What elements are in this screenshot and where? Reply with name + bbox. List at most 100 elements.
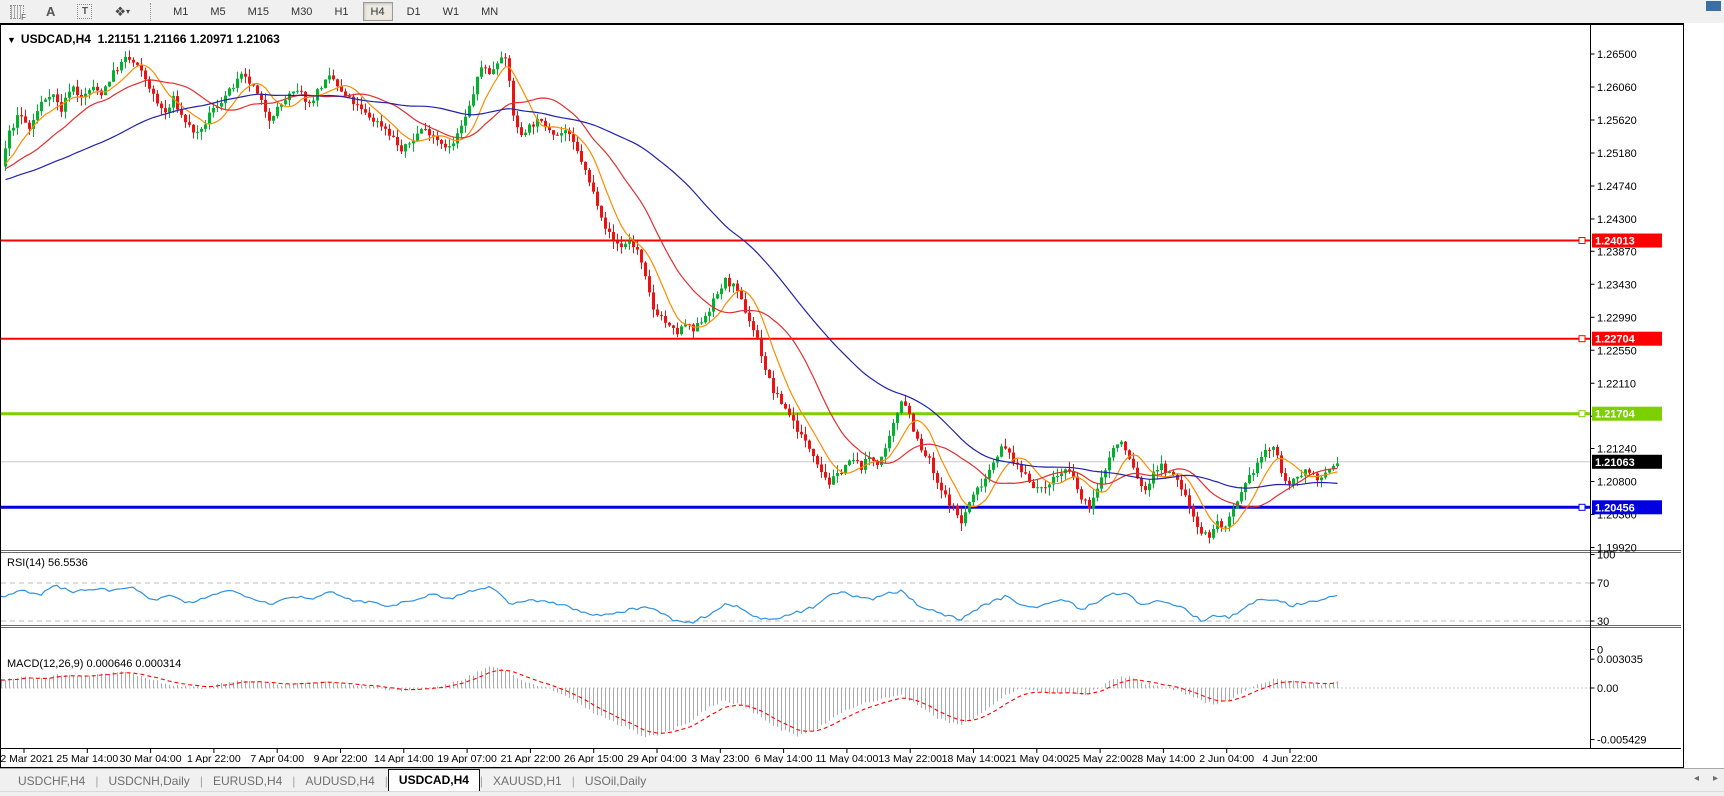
candle-body [136, 63, 139, 65]
tab-usoil-daily[interactable]: USOil,Daily [575, 771, 656, 791]
candle-body [132, 60, 135, 63]
candle-body [116, 70, 119, 71]
timeframe-h1[interactable]: H1 [326, 2, 356, 21]
grid-fibonacci-icon[interactable]: F [3, 2, 31, 22]
candle-body [636, 247, 639, 250]
candle-body [356, 104, 359, 105]
tab-scroll-right-icon[interactable]: ▸ [1713, 773, 1718, 784]
timeframe-h4[interactable]: H4 [363, 2, 393, 21]
timeframe-w1[interactable]: W1 [435, 2, 468, 21]
candle-body [1076, 476, 1079, 489]
timeframe-mn[interactable]: MN [473, 2, 506, 21]
candle-body [232, 88, 235, 89]
candle-body [1060, 473, 1063, 476]
hline-handle[interactable] [1579, 336, 1585, 342]
candle-body [52, 94, 55, 97]
time-tick-label: 6 May 14:00 [755, 753, 813, 763]
chart-title: ▼USDCAD,H4 1.21151 1.21166 1.20971 1.210… [7, 32, 280, 46]
candle-body [1264, 450, 1267, 457]
candle-body [1020, 465, 1023, 473]
candle-body [608, 229, 611, 232]
tab-usdcnh-daily[interactable]: USDCNH,Daily [98, 771, 199, 791]
hline-price-label: 1.20456 [1595, 502, 1635, 514]
candle-body [264, 100, 267, 112]
hline-handle[interactable] [1579, 504, 1585, 510]
candle-body [408, 143, 411, 144]
candle-body [368, 113, 371, 118]
tab-usdchf-h4[interactable]: USDCHF,H4 [8, 771, 95, 791]
candle-body [960, 515, 963, 523]
rsi-axis-label: 100 [1597, 550, 1615, 562]
candle-body [768, 370, 771, 378]
time-tick-label: 26 Apr 15:00 [564, 753, 624, 763]
chart-symbol-period: USDCAD,H4 [21, 32, 91, 46]
candle-body [392, 136, 395, 137]
candle-body [484, 67, 487, 68]
candle-body [428, 129, 431, 135]
candle-body [1288, 481, 1291, 484]
candle-body [624, 244, 627, 247]
candle-body [1096, 489, 1099, 498]
candle-body [644, 263, 647, 277]
candle-body [1056, 476, 1059, 477]
chart-dropdown-icon[interactable]: ▼ [7, 35, 16, 45]
candle-body [812, 449, 815, 456]
timeframe-m5[interactable]: M5 [202, 2, 233, 21]
timeframe-m30[interactable]: M30 [283, 2, 320, 21]
candle-body [384, 127, 387, 129]
price-tick-label: 1.26500 [1597, 49, 1637, 61]
candle-body [528, 125, 531, 133]
candle-body [956, 506, 959, 516]
candle-body [1112, 448, 1115, 457]
candle-body [516, 116, 519, 128]
price-chart-canvas[interactable]: 1.265001.260601.256201.251801.247401.243… [1, 25, 1681, 763]
time-tick-label: 2 Jun 04:00 [1199, 753, 1254, 763]
candle-body [660, 315, 663, 316]
candle-body [784, 404, 787, 409]
candle-body [1116, 444, 1119, 448]
tab-usdcad-h4[interactable]: USDCAD,H4 [388, 769, 480, 791]
candle-body [164, 108, 167, 112]
candle-body [1080, 489, 1083, 499]
tab-eurusd-h4[interactable]: EURUSD,H4 [203, 771, 292, 791]
candle-body [244, 74, 247, 77]
candle-body [732, 284, 735, 287]
candle-body [1000, 446, 1003, 456]
tab-audusd-h4[interactable]: AUDUSD,H4 [295, 771, 384, 791]
candle-body [512, 81, 515, 116]
candle-body [296, 91, 299, 92]
timeframe-m15[interactable]: M15 [240, 2, 277, 21]
candle-body [308, 102, 311, 103]
chart-tab-bar: USDCHF,H4|USDCNH,Daily|EURUSD,H4|AUDUSD,… [0, 768, 1724, 791]
candle-body [980, 487, 983, 488]
candle-body [476, 77, 479, 95]
candle-body [1192, 506, 1195, 516]
text-box-icon[interactable]: T [70, 2, 99, 22]
candle-body [844, 465, 847, 474]
time-tick-label: 18 May 14:00 [942, 753, 1006, 763]
candle-body [1268, 450, 1271, 451]
cycle-arrows-icon[interactable]: ❖▾ [107, 2, 137, 22]
price-tick-label: 1.20800 [1597, 477, 1637, 489]
timeframe-d1[interactable]: D1 [399, 2, 429, 21]
tab-scroll-left-icon[interactable]: ◂ [1694, 773, 1699, 784]
candle-body [284, 100, 287, 104]
hline-handle[interactable] [1579, 238, 1585, 244]
candle-body [1284, 473, 1287, 481]
tab-xauusd-h1[interactable]: XAUUSD,H1 [483, 771, 572, 791]
candle-body [1320, 478, 1323, 481]
tab-scroll-controls: ◂ ▸ [1694, 773, 1718, 784]
text-label-icon[interactable]: A [39, 2, 62, 22]
chart-window[interactable]: ▼USDCAD,H4 1.21151 1.21166 1.20971 1.210… [0, 23, 1684, 768]
candle-body [1120, 442, 1123, 445]
hline-handle[interactable] [1579, 411, 1585, 417]
candle-body [1180, 480, 1183, 490]
candle-body [736, 284, 739, 291]
boxed-t-icon: T [77, 4, 92, 19]
candle-body [724, 278, 727, 289]
timeframe-m1[interactable]: M1 [165, 2, 196, 21]
candle-body [344, 92, 347, 96]
candle-body [1224, 527, 1227, 528]
candle-body [952, 505, 955, 506]
candle-body [1256, 463, 1259, 473]
